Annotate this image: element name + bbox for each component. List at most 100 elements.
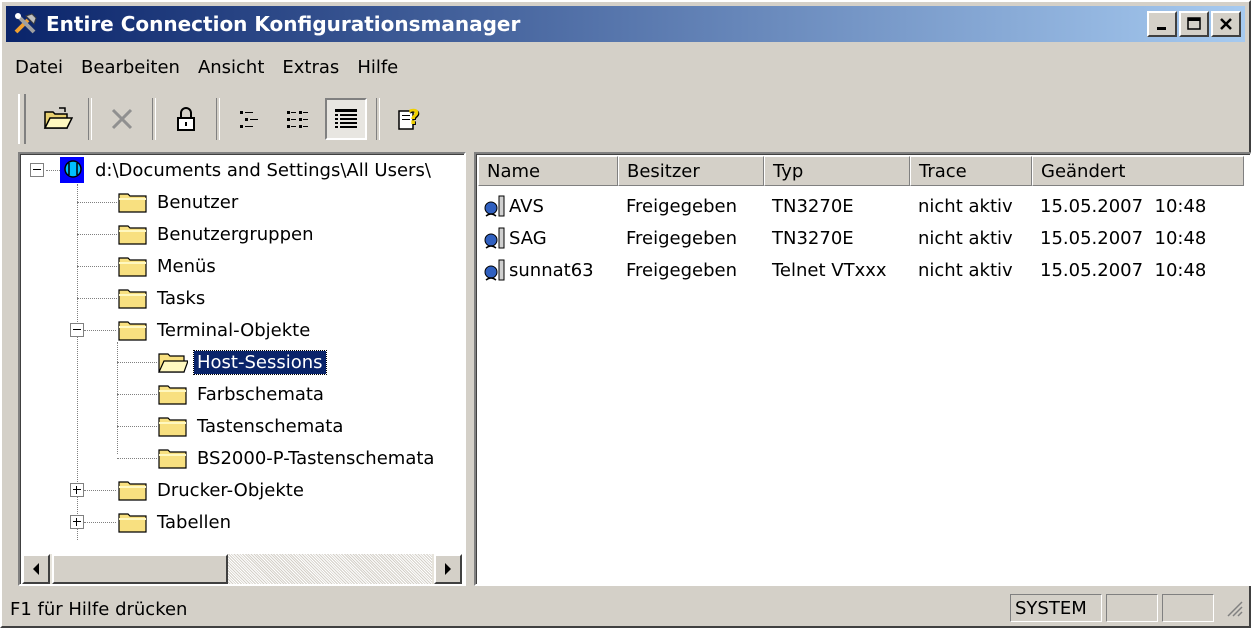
tree-item-label: Farbschemata (197, 383, 324, 405)
resize-grip-icon[interactable] (1224, 598, 1244, 618)
tree-item-label: Tabellen (157, 511, 232, 533)
small-icons-view-icon (287, 111, 308, 128)
toolbar: ? ? (18, 88, 458, 150)
close-button[interactable] (1211, 11, 1241, 37)
column-header-typ[interactable]: Typ (764, 156, 910, 186)
tree-line (117, 394, 157, 395)
tree-line (77, 266, 117, 267)
tree-item-benutzergruppen[interactable]: Benutzergruppen (118, 218, 316, 250)
tree-item-tabellen[interactable]: Tabellen (118, 506, 234, 538)
open-folder-icon (158, 353, 188, 373)
tree-line (84, 490, 116, 491)
list-header: Name Besitzer Typ Trace Geändert (478, 156, 1244, 186)
tree-line (117, 362, 157, 363)
tree-item-host-sessions[interactable]: Host-Sessions (158, 346, 327, 378)
column-header-name[interactable]: Name (478, 156, 618, 186)
status-panel-empty (1162, 594, 1214, 622)
tree-root[interactable]: d:\Documents and Settings\All Users\ (60, 154, 434, 186)
scroll-track[interactable] (228, 554, 432, 584)
scroll-thumb[interactable] (52, 554, 228, 584)
session-name: AVS (509, 195, 544, 217)
tree-item-label: Benutzergruppen (157, 223, 314, 245)
window-title: Entire Connection Konfigurationsmanager (46, 12, 521, 36)
minimize-button[interactable] (1147, 11, 1177, 37)
cell-typ: Telnet VTxxx (772, 259, 887, 281)
open-folder-icon (43, 107, 73, 129)
help-button[interactable]: ? ? (389, 98, 431, 140)
close-icon (1220, 18, 1232, 30)
tree-item-terminal-objekte[interactable]: Terminal-Objekte (118, 314, 313, 346)
help-icon: ? ? (398, 105, 421, 130)
open-button[interactable] (37, 98, 79, 140)
column-header-geaendert[interactable]: Geändert (1032, 156, 1244, 186)
cell-typ: TN3270E (772, 227, 854, 249)
tools-app-icon (14, 13, 37, 34)
scroll-left-button[interactable] (22, 554, 50, 584)
menu-extras[interactable]: Extras (273, 57, 348, 78)
list-row[interactable]: SAG Freigegeben TN3270E nicht aktiv 15.0… (478, 222, 1244, 254)
expand-drucker-toggle[interactable] (70, 483, 84, 497)
tree-item-label: Drucker-Objekte (157, 479, 304, 501)
menu-hilfe[interactable]: Hilfe (348, 57, 407, 78)
scroll-right-button[interactable] (434, 554, 462, 584)
title-bar[interactable]: Entire Connection Konfigurationsmanager (6, 6, 1245, 42)
menu-ansicht[interactable]: Ansicht (189, 57, 273, 78)
host-session-icon (484, 195, 505, 217)
small-icons-view-button[interactable] (277, 98, 319, 140)
folder-icon (118, 481, 147, 501)
tree-pane[interactable]: d:\Documents and Settings\All Users\ Ben… (18, 152, 466, 586)
column-header-besitzer[interactable]: Besitzer (618, 156, 764, 186)
menu-datei[interactable]: Datei (6, 57, 72, 78)
toolbar-grip[interactable] (18, 94, 26, 144)
maximize-button[interactable] (1179, 11, 1209, 37)
status-bar: F1 für Hilfe drücken SYSTEM (6, 592, 1246, 626)
menu-bearbeiten[interactable]: Bearbeiten (72, 57, 189, 78)
cell-besitzer: Freigegeben (626, 259, 738, 281)
list-pane[interactable]: Name Besitzer Typ Trace Geändert AVS Fre… (474, 152, 1251, 586)
arrow-right-icon (445, 563, 451, 575)
minimize-icon (1157, 27, 1166, 30)
tree-line (77, 298, 117, 299)
tree-item-label: Benutzer (157, 191, 239, 213)
details-view-icon (335, 109, 357, 128)
svg-text:?: ? (408, 105, 420, 129)
lock-icon (177, 107, 195, 131)
tree-item-menus[interactable]: Menüs (118, 250, 219, 282)
status-panel-empty (1106, 594, 1158, 622)
folder-icon (158, 385, 187, 405)
collapse-root-toggle[interactable] (30, 163, 44, 177)
tree-item-label: Tasks (157, 287, 206, 309)
tree-line (84, 522, 116, 523)
lock-button[interactable] (165, 98, 207, 140)
status-text: F1 für Hilfe drücken (10, 598, 188, 620)
tree-line (77, 202, 117, 203)
tree-item-drucker-objekte[interactable]: Drucker-Objekte (118, 474, 307, 506)
cell-besitzer: Freigegeben (626, 227, 738, 249)
tree-horizontal-scrollbar[interactable] (22, 554, 462, 584)
column-header-trace[interactable]: Trace (910, 156, 1032, 186)
tree-line (117, 458, 157, 459)
cell-besitzer: Freigegeben (626, 195, 738, 217)
tree-line (117, 426, 157, 427)
tree-item-bs2000[interactable]: BS2000-P-Tastenschemata (158, 442, 437, 474)
collapse-terminal-toggle[interactable] (70, 323, 84, 337)
folder-icon (118, 513, 147, 533)
tree-item-tastenschemata[interactable]: Tastenschemata (158, 410, 346, 442)
cell-trace: nicht aktiv (918, 195, 1013, 217)
globe-config-icon (60, 157, 84, 183)
tree-line (117, 342, 118, 454)
tree-item-farbschemata[interactable]: Farbschemata (158, 378, 327, 410)
tree-item-tasks[interactable]: Tasks (118, 282, 208, 314)
list-view-button[interactable] (229, 98, 271, 140)
list-row[interactable]: AVS Freigegeben TN3270E nicht aktiv 15.0… (478, 190, 1244, 222)
menu-bar: Datei Bearbeiten Ansicht Extras Hilfe (6, 50, 407, 84)
tree-item-benutzer[interactable]: Benutzer (118, 186, 241, 218)
status-user-panel: SYSTEM (1010, 594, 1102, 622)
details-view-button[interactable] (325, 98, 367, 140)
toolbar-separator (216, 98, 220, 140)
host-session-icon (484, 259, 505, 281)
delete-button[interactable] (101, 98, 143, 140)
list-row[interactable]: sunnat63 Freigegeben Telnet VTxxx nicht … (478, 254, 1244, 286)
expand-tabellen-toggle[interactable] (70, 515, 84, 529)
folder-icon (118, 321, 147, 341)
